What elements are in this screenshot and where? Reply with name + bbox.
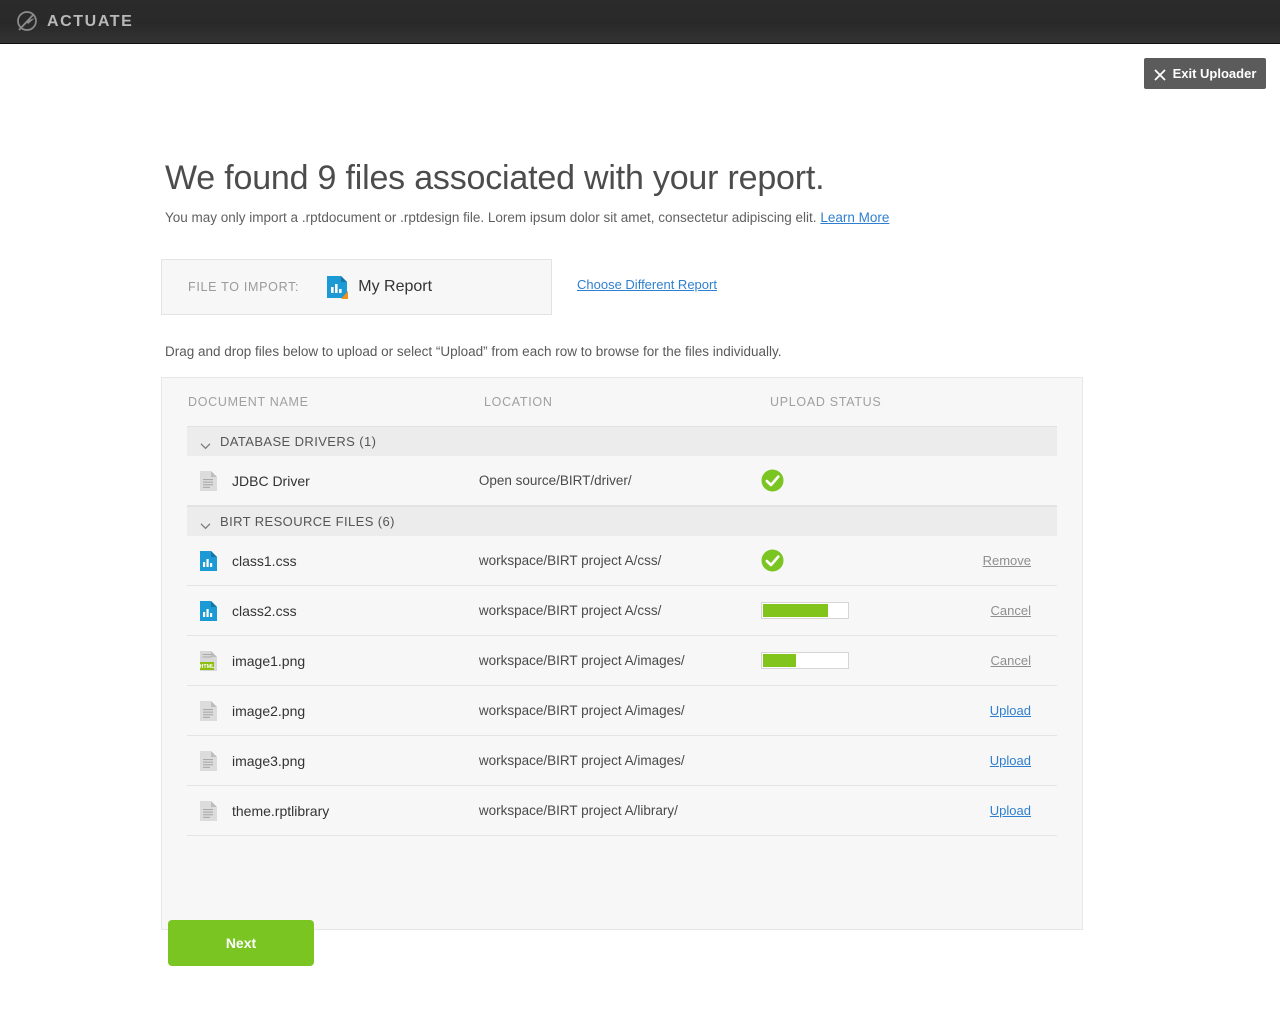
row-action-cell: Upload (938, 803, 1057, 818)
file-name: theme.rptlibrary (232, 802, 330, 819)
file-name: class1.css (232, 552, 297, 569)
row-action-remove[interactable]: Remove (983, 553, 1031, 568)
page-title: We found 9 files associated with your re… (165, 159, 825, 197)
table-row: image3.png workspace/BIRT project A/image… (187, 736, 1057, 786)
upload-progress-bar (760, 602, 849, 619)
green-check-icon (761, 469, 784, 492)
group-header-row[interactable]: BIRT RESOURCE FILES (6) (187, 506, 1057, 536)
row-action-upload[interactable]: Upload (990, 703, 1031, 718)
file-location: Open source/BIRT/driver/ (478, 473, 632, 488)
table-row: class1.css workspace/BIRT project A/css/R… (187, 536, 1057, 586)
file-location: workspace/BIRT project A/images/ (478, 653, 685, 668)
file-location: workspace/BIRT project A/images/ (478, 753, 685, 768)
group-title: BIRT RESOURCE FILES (6) (220, 514, 395, 529)
file-to-import-label: FILE TO IMPORT: (188, 280, 300, 294)
generic-document-icon (199, 750, 218, 772)
table-row: image2.png workspace/BIRT project A/image… (187, 686, 1057, 736)
table-row: HTML image1.png workspace/BIRT project A/i… (187, 636, 1057, 686)
table-row: JDBC Driver Open source/BIRT/driver/ (187, 456, 1057, 506)
exit-uploader-button[interactable]: Exit Uploader (1144, 58, 1266, 89)
row-action-cancel[interactable]: Cancel (991, 653, 1031, 668)
upload-status-cell (761, 549, 938, 572)
blue-chart-document-icon (199, 550, 218, 572)
generic-document-icon (199, 800, 218, 822)
brand-name: ACTUATE (47, 12, 134, 30)
file-groups: DATABASE DRIVERS (1) JDBC Driver Open sour… (162, 426, 1082, 836)
upload-status-cell (761, 469, 938, 492)
file-name: image1.png (232, 652, 306, 669)
upload-status-cell (760, 652, 938, 669)
report-chart-document-icon (326, 275, 349, 299)
learn-more-link[interactable]: Learn More (820, 210, 889, 225)
column-header-upload-status: UPLOAD STATUS (770, 395, 882, 409)
row-action-cancel[interactable]: Cancel (991, 603, 1031, 618)
upload-progress-bar (760, 652, 849, 669)
generic-document-icon (199, 470, 218, 492)
generic-document-icon (199, 700, 218, 722)
row-action-cell: Cancel (938, 603, 1057, 618)
file-location: workspace/BIRT project A/css/ (478, 553, 662, 568)
row-action-cell: Upload (938, 753, 1057, 768)
row-action-upload[interactable]: Upload (990, 803, 1031, 818)
choose-different-report-link[interactable]: Choose Different Report (577, 277, 717, 292)
row-action-cell: Upload (938, 703, 1057, 718)
brand: ACTUATE (14, 9, 133, 35)
file-location: workspace/BIRT project A/css/ (478, 603, 662, 618)
app-header: ACTUATE (0, 0, 1280, 44)
close-x-icon (1153, 68, 1166, 81)
actuate-swoosh-logo-icon (14, 9, 40, 35)
next-button[interactable]: Next (168, 920, 314, 966)
table-header-row: DOCUMENT NAME LOCATION UPLOAD STATUS (162, 378, 1082, 426)
import-file-name: My Report (358, 278, 433, 295)
upload-status-cell (760, 602, 938, 619)
table-row: theme.rptlibrary workspace/BIRT project A… (187, 786, 1057, 836)
file-name: JDBC Driver (232, 472, 310, 489)
table-row: class2.css workspace/BIRT project A/css/C… (187, 586, 1057, 636)
page-subtitle-text: You may only import a .rptdocument or .r… (165, 210, 817, 225)
chevron-down-icon (200, 518, 211, 529)
file-list-panel: DOCUMENT NAME LOCATION UPLOAD STATUS DAT… (161, 377, 1083, 930)
file-name: image3.png (232, 752, 306, 769)
svg-text:HTML: HTML (200, 664, 216, 670)
file-location: workspace/BIRT project A/library/ (478, 803, 678, 818)
file-name: class2.css (232, 602, 297, 619)
group-header-row[interactable]: DATABASE DRIVERS (1) (187, 426, 1057, 456)
row-action-cell: Remove (938, 553, 1057, 568)
row-action-upload[interactable]: Upload (990, 753, 1031, 768)
group-title: DATABASE DRIVERS (1) (220, 434, 377, 449)
column-header-document-name: DOCUMENT NAME (188, 395, 309, 409)
blue-chart-document-icon (199, 600, 218, 622)
green-check-icon (761, 549, 784, 572)
file-location: workspace/BIRT project A/images/ (478, 703, 685, 718)
file-to-import-box: FILE TO IMPORT: My Report (161, 259, 552, 315)
column-header-location: LOCATION (484, 395, 553, 409)
chevron-down-icon (200, 438, 211, 449)
file-name: image2.png (232, 702, 306, 719)
html-badge-document-icon: HTML (199, 650, 218, 672)
row-action-cell: Cancel (938, 653, 1057, 668)
drag-drop-instructions: Drag and drop files below to upload or s… (165, 344, 782, 359)
page-subtitle: You may only import a .rptdocument or .r… (165, 210, 889, 225)
exit-uploader-label: Exit Uploader (1172, 66, 1257, 81)
